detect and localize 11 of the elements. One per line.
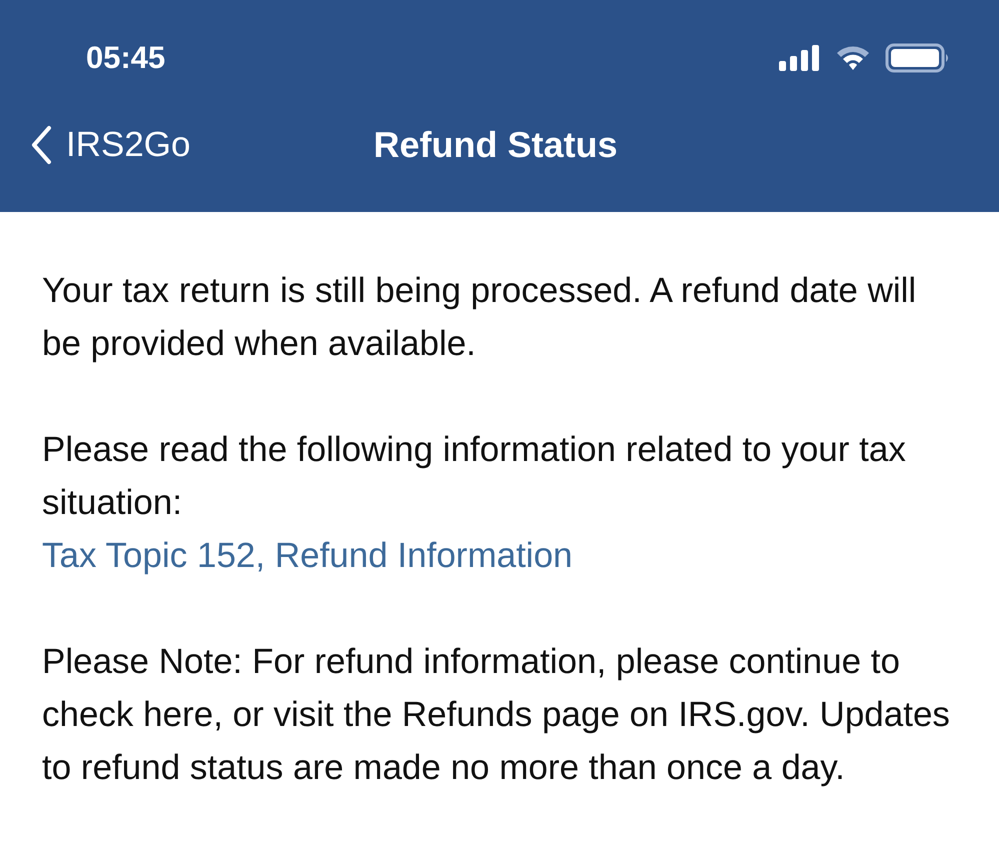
battery-icon [885,43,951,73]
note-text: Please Note: For refund information, please continue to check here, or visit the Refunds page on IRS.gov. Updates to refund status are made no more than once a day. [42,641,951,789]
screen-title: Refund Status [372,124,618,166]
chevron-left-icon [30,125,52,165]
wifi-icon [835,44,871,72]
refund-info-link[interactable]: Tax Topic 152, Refund Information [42,529,573,582]
signal-icon [779,45,821,71]
status-time: 05:45 [86,40,166,76]
status-message: Your tax return is still being processed. A refund date will be provided when available. [42,270,918,365]
back-button[interactable]: IRS2Go [30,125,190,165]
info-text: Please read the following information related to your tax situation: [42,429,907,524]
